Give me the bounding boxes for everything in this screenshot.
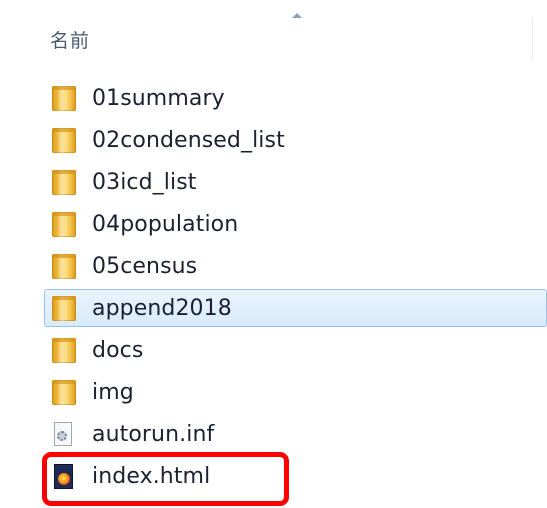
file-row-docs[interactable]: docs	[0, 330, 547, 372]
file-explorer-window: 名前 01summary 02condensed_list 03icd_list…	[0, 0, 547, 508]
file-name: 05census	[92, 254, 198, 279]
file-row-02condensed-list[interactable]: 02condensed_list	[0, 120, 547, 162]
folder-icon	[52, 212, 76, 237]
file-row-03icd-list[interactable]: 03icd_list	[0, 162, 547, 204]
folder-icon	[52, 170, 76, 195]
file-row-autorun-inf[interactable]: autorun.inf	[0, 414, 547, 456]
file-name: 02condensed_list	[92, 128, 285, 153]
settings-file-icon	[54, 422, 72, 446]
column-header-bar: 名前	[0, 0, 547, 70]
gear-icon	[57, 431, 67, 441]
file-name: docs	[92, 338, 144, 363]
file-row-append2018[interactable]: append2018	[0, 288, 547, 330]
folder-icon	[52, 254, 76, 279]
folder-icon	[52, 86, 76, 111]
folder-icon	[52, 296, 76, 321]
file-row-04population[interactable]: 04population	[0, 204, 547, 246]
column-divider[interactable]	[532, 18, 533, 60]
file-row-01summary[interactable]: 01summary	[0, 78, 547, 120]
folder-icon	[52, 128, 76, 153]
file-row-05census[interactable]: 05census	[0, 246, 547, 288]
file-list: 01summary 02condensed_list 03icd_list 04…	[0, 78, 547, 498]
red-highlight-box	[42, 452, 289, 506]
folder-icon	[52, 338, 76, 363]
file-name: img	[92, 380, 134, 405]
file-name: 01summary	[92, 86, 225, 111]
sort-ascending-icon	[292, 13, 302, 18]
file-row-img[interactable]: img	[0, 372, 547, 414]
file-name: autorun.inf	[92, 422, 215, 447]
name-column-header[interactable]: 名前	[50, 26, 90, 53]
folder-icon	[52, 380, 76, 405]
file-name: 03icd_list	[92, 170, 197, 195]
file-name: 04population	[92, 212, 239, 237]
file-name: append2018	[92, 296, 232, 321]
